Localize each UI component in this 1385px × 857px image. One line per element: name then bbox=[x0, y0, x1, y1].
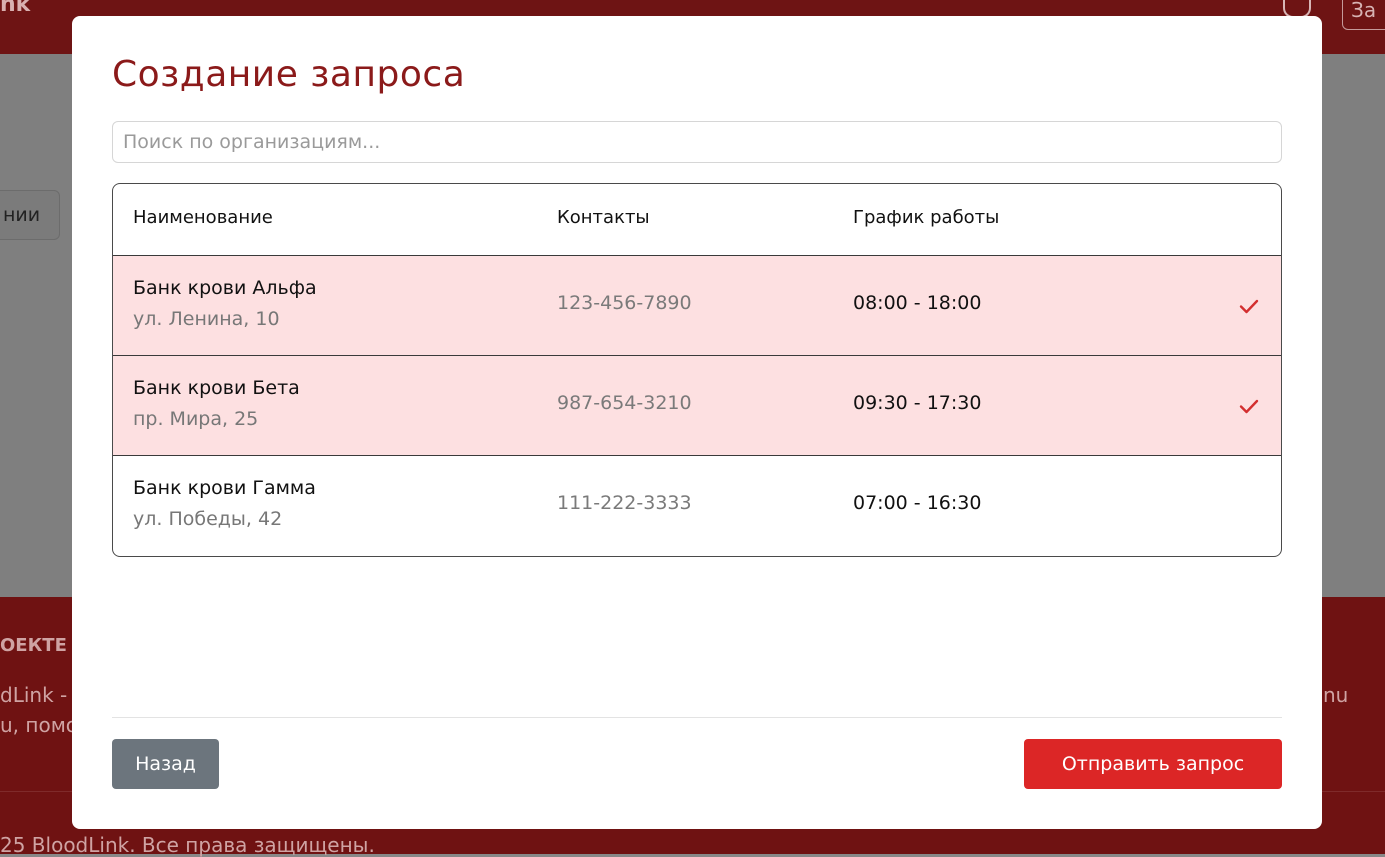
org-hours: 07:00 - 16:30 bbox=[853, 492, 982, 514]
table-row[interactable]: Банк крови Гамма ул. Победы, 42 111-222-… bbox=[113, 456, 1281, 556]
org-name: Банк крови Гамма bbox=[133, 477, 316, 499]
org-name: Банк крови Бета bbox=[133, 377, 300, 399]
logo: nk bbox=[0, 0, 31, 17]
org-hours: 08:00 - 18:00 bbox=[853, 292, 982, 314]
modal-footer-divider bbox=[112, 717, 1282, 718]
category-chip: нии bbox=[0, 190, 60, 240]
column-header-contacts: Контакты bbox=[557, 207, 650, 228]
footer-heading: ОЕКТЕ bbox=[0, 635, 67, 656]
footer-text: nu bbox=[1323, 683, 1349, 707]
create-request-modal: Создание запроса Наименование Контакты Г… bbox=[72, 16, 1322, 829]
header-button: За bbox=[1342, 0, 1385, 30]
org-phone: 987-654-3210 bbox=[557, 392, 692, 414]
check-icon bbox=[1239, 399, 1259, 414]
org-phone: 123-456-7890 bbox=[557, 292, 692, 314]
org-address: ул. Ленина, 10 bbox=[133, 308, 280, 330]
org-address: пр. Мира, 25 bbox=[133, 408, 259, 430]
column-header-schedule: График работы bbox=[853, 207, 1000, 228]
search-input[interactable] bbox=[112, 121, 1282, 163]
org-address: ул. Победы, 42 bbox=[133, 508, 283, 530]
org-name: Банк крови Альфа bbox=[133, 277, 317, 299]
check-icon bbox=[1239, 299, 1259, 314]
table-row[interactable]: Банк крови Альфа ул. Ленина, 10 123-456-… bbox=[113, 256, 1281, 356]
org-phone: 111-222-3333 bbox=[557, 492, 692, 514]
org-hours: 09:30 - 17:30 bbox=[853, 392, 982, 414]
column-header-name: Наименование bbox=[133, 207, 273, 228]
send-request-button[interactable]: Отправить запрос bbox=[1024, 739, 1282, 789]
modal-title: Создание запроса bbox=[112, 54, 466, 95]
table-row[interactable]: Банк крови Бета пр. Мира, 25 987-654-321… bbox=[113, 356, 1281, 456]
copyright: 25 BloodLink. Все права защищены. bbox=[0, 833, 375, 857]
footer-text: u, помо bbox=[0, 713, 79, 737]
table-header: Наименование Контакты График работы bbox=[113, 184, 1281, 256]
organizations-table: Наименование Контакты График работы Банк… bbox=[112, 183, 1282, 557]
back-button[interactable]: Назад bbox=[112, 739, 219, 789]
